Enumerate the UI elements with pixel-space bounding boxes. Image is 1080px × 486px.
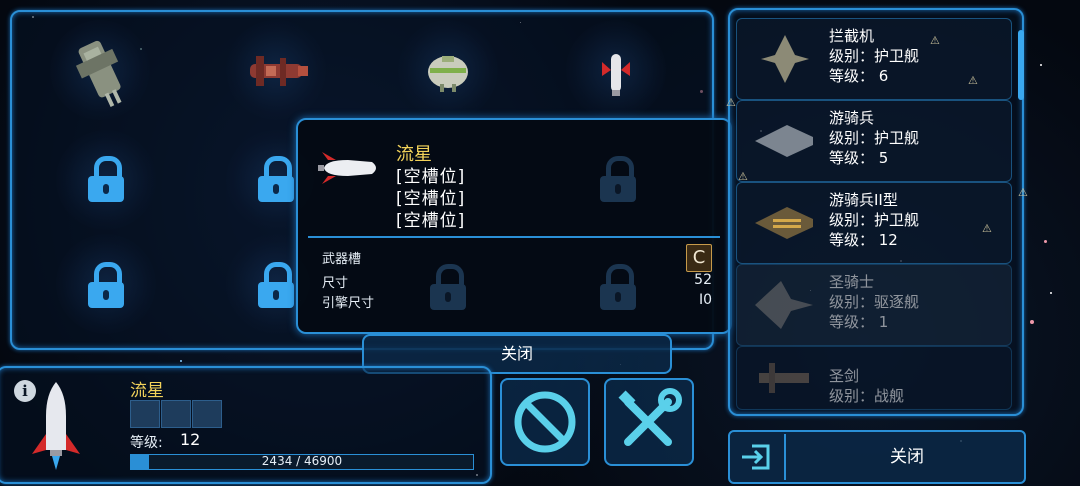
weapon-grade-badge: C [686, 244, 712, 272]
ranger-ii-ship-icon [755, 207, 813, 239]
size-value: 52 [694, 272, 712, 288]
ship-class: 级别：战舰 [829, 387, 905, 405]
ship-name: 拦截机 [829, 27, 875, 45]
engine-size-value: I0 [698, 292, 712, 308]
ship-info-popup: 流星 [空槽位] [空槽位] [空槽位] 武器槽 C 尺寸 52 引擎尺寸 I0 [296, 118, 732, 334]
ship-list-item[interactable]: 拦截机 级别：护卫舰 等级： 6 [736, 18, 1012, 100]
ship-level: 等级： 5 [829, 149, 889, 167]
cancel-button[interactable] [500, 378, 590, 466]
ship-class: 级别：护卫舰 [829, 211, 920, 229]
current-ship-rocket-icon [32, 382, 80, 470]
ship-slot-2[interactable] [226, 20, 326, 120]
holy-sword-ship-icon [759, 363, 809, 393]
exit-box [732, 434, 786, 480]
heavy-fighter-ship-icon [75, 40, 122, 107]
meteor-ship-icon [602, 54, 630, 96]
ship-slot-3[interactable] [398, 20, 498, 120]
module-slot[interactable] [130, 400, 160, 428]
ship-class: 级别：护卫舰 [829, 129, 920, 147]
xp-text: 2434 / 46900 [261, 454, 343, 468]
engine-size-label: 引擎尺寸 [322, 296, 375, 311]
ship-name: 游骑兵 [829, 109, 875, 127]
weapon-slot-label: 武器槽 [322, 252, 362, 267]
ship-slot-1[interactable] [50, 20, 150, 120]
lock-icon [86, 156, 126, 202]
ship-level: 等级： 12 [829, 231, 898, 249]
module-slot[interactable] [161, 400, 191, 428]
ship-list-item[interactable]: 圣骑士 级别：驱逐舰 等级： 1 [736, 264, 1012, 346]
ship-name: 圣剑 [829, 367, 860, 385]
prohibit-icon [514, 391, 576, 453]
ship-class: 级别：驱逐舰 [829, 293, 920, 311]
pod-ship-icon [428, 56, 468, 92]
list-scrollbar[interactable] [1018, 30, 1024, 100]
warning-icon: ⚠ [1018, 186, 1028, 199]
star [1050, 292, 1052, 294]
paladin-ship-icon [755, 281, 813, 329]
ship-level: 等级： 6 [829, 67, 889, 85]
ship-slot-4-selected[interactable] [566, 20, 666, 120]
ship-level: 等级： 1 [829, 313, 889, 331]
current-ship-name: 流星 [130, 381, 164, 401]
lock-icon [598, 264, 638, 310]
star [1030, 320, 1034, 324]
ranger-ship-icon [755, 125, 813, 157]
warning-icon: ⚠ [968, 74, 978, 87]
ship-name: 圣骑士 [829, 273, 875, 291]
red-cruiser-ship-icon [250, 56, 308, 86]
size-label: 尺寸 [322, 276, 349, 291]
lock-icon [598, 156, 638, 202]
ship-list-item[interactable]: 圣剑 级别：战舰 [736, 346, 1012, 410]
star [1040, 64, 1042, 66]
empty-slot-label: [空槽位] [396, 211, 466, 231]
warning-icon: ⚠ [738, 170, 748, 183]
lock-icon [256, 262, 296, 308]
xp-progress-bar: 2434 / 46900 [130, 454, 474, 470]
ship-list-item[interactable]: 游骑兵II型 级别：护卫舰 等级： 12 [736, 182, 1012, 264]
close-button[interactable]: 关闭 [728, 430, 1026, 484]
exit-door-icon [742, 444, 770, 470]
module-slot[interactable] [192, 400, 222, 428]
level-value: 12 [180, 430, 201, 449]
lock-icon [86, 262, 126, 308]
interceptor-ship-icon [761, 35, 809, 83]
star [180, 360, 182, 362]
warning-icon: ⚠ [930, 34, 940, 47]
level-label: 等级: [130, 435, 163, 451]
meteor-ship-icon [318, 152, 376, 184]
popup-divider [308, 236, 720, 238]
ship-name: 游骑兵II型 [829, 191, 898, 209]
lock-icon [256, 156, 296, 202]
warning-icon: ⚠ [982, 222, 992, 235]
refit-button[interactable] [604, 378, 694, 466]
ship-class: 级别：护卫舰 [829, 47, 920, 65]
warning-icon: ⚠ [726, 96, 736, 109]
lock-icon [428, 264, 468, 310]
close-button-label: 关闭 [890, 447, 924, 467]
ship-list-item[interactable]: 游骑兵 级别：护卫舰 等级： 5 [736, 100, 1012, 182]
wrench-screwdriver-icon [618, 388, 682, 446]
star [1044, 240, 1047, 243]
